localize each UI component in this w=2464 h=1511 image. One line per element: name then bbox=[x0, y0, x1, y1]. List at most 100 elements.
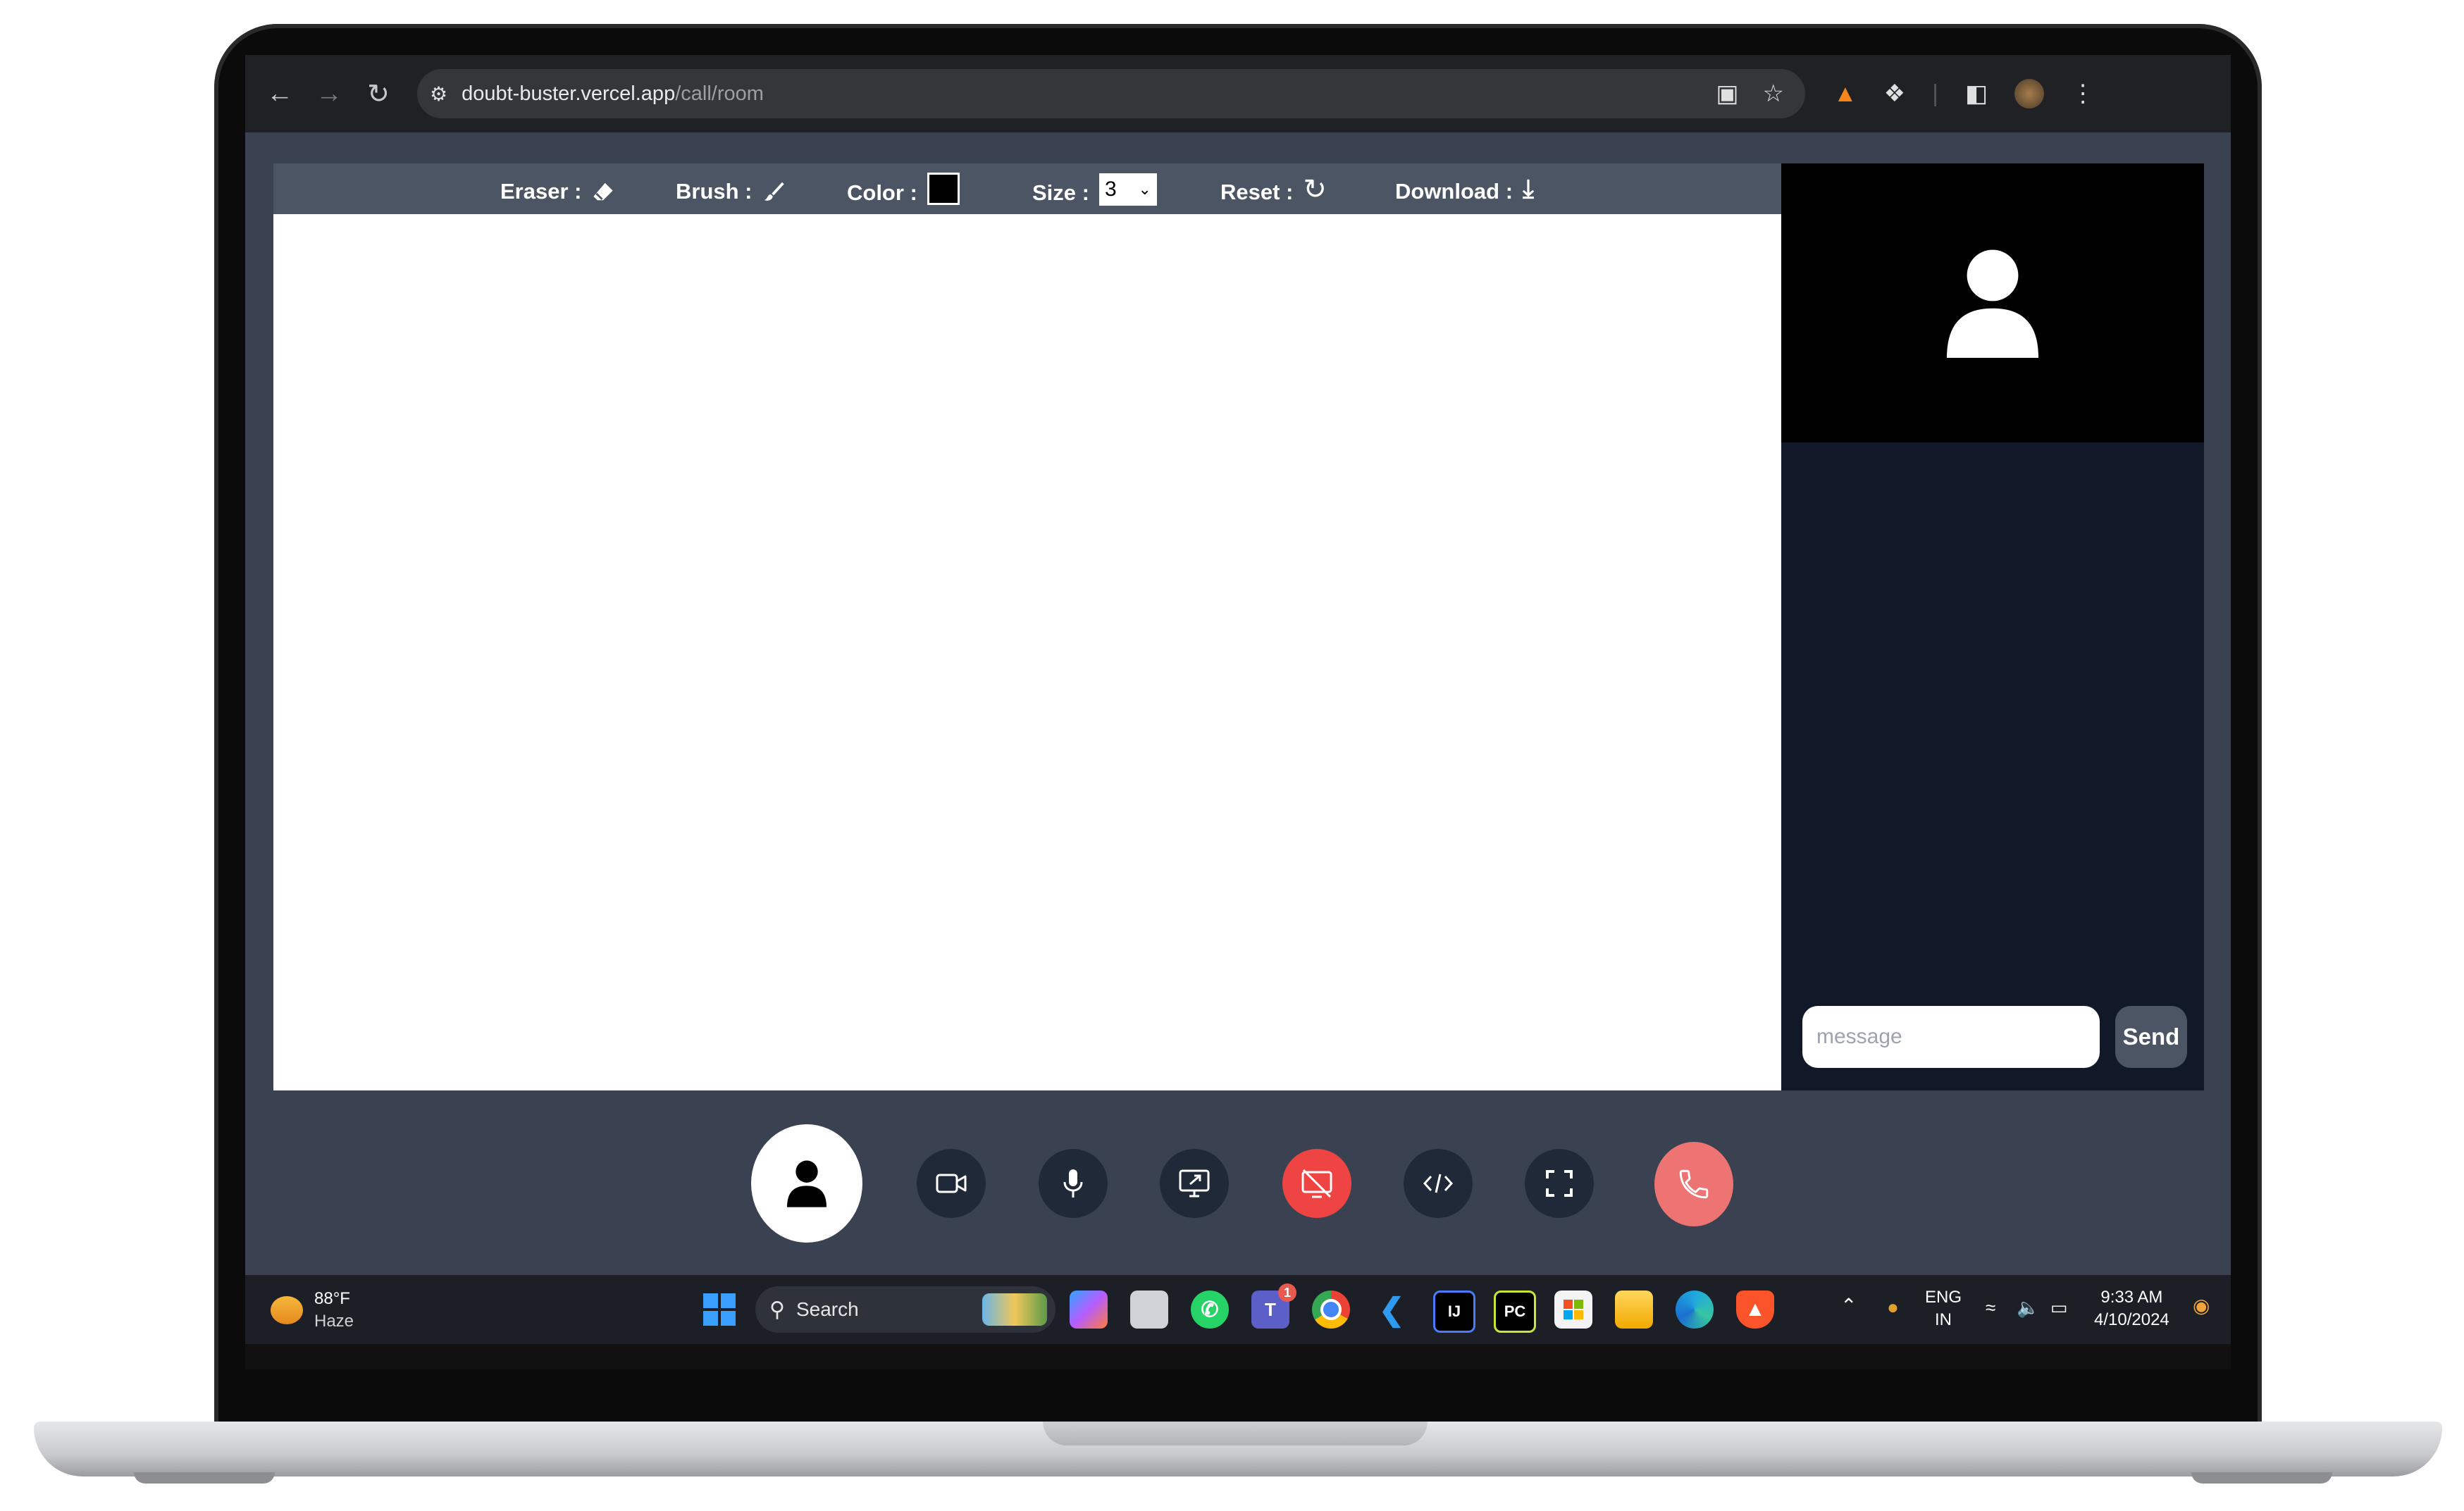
send-button[interactable]: Send bbox=[2115, 1006, 2187, 1068]
windows-start-icon[interactable] bbox=[700, 1291, 738, 1329]
vscode-icon[interactable]: ❮ bbox=[1373, 1291, 1411, 1329]
search-label: Search bbox=[795, 1298, 859, 1320]
weather-desc: Haze bbox=[314, 1312, 354, 1331]
size-select[interactable]: 3 ⌄ bbox=[1098, 173, 1157, 206]
side-panel-icon[interactable]: ◧ bbox=[1965, 80, 1988, 108]
size-tool[interactable]: Size : 3 ⌄ bbox=[1032, 173, 1157, 206]
stop-share-button[interactable] bbox=[1282, 1149, 1351, 1218]
weather-widget[interactable]: 88°F Haze bbox=[271, 1288, 354, 1333]
color-tool[interactable]: Color : bbox=[847, 172, 960, 206]
microphone-icon bbox=[1063, 1169, 1083, 1198]
share-screen-button[interactable] bbox=[1160, 1149, 1229, 1218]
lang-line2: IN bbox=[1935, 1310, 1952, 1329]
eraser-tool[interactable]: Eraser : bbox=[500, 179, 615, 204]
lang-line1: ENG bbox=[1925, 1288, 1962, 1307]
camera-button[interactable] bbox=[917, 1149, 986, 1218]
volume-icon[interactable]: 🔈 bbox=[2017, 1296, 2039, 1319]
notification-bell-icon[interactable]: ◉ bbox=[2193, 1295, 2210, 1317]
divider: | bbox=[1932, 80, 1938, 107]
participant-video-tile bbox=[1781, 163, 2204, 442]
whatsapp-icon[interactable]: ✆ bbox=[1191, 1291, 1229, 1329]
whiteboard-toolbar: Eraser : Brush : Color : Size : 3 ⌄ Rese… bbox=[273, 163, 1781, 214]
end-call-button[interactable] bbox=[1654, 1142, 1733, 1226]
clock-time: 9:33 AM bbox=[2100, 1288, 2163, 1307]
profile-avatar[interactable] bbox=[2014, 79, 2045, 108]
extensions-icon[interactable]: ❖ bbox=[1884, 80, 1905, 108]
brave-icon[interactable]: ▲ bbox=[1736, 1291, 1774, 1329]
brush-icon bbox=[764, 182, 784, 201]
microsoft-store-icon[interactable] bbox=[1554, 1291, 1592, 1329]
menu-kebab-icon[interactable]: ⋮ bbox=[2071, 80, 2095, 108]
laptop-bezel bbox=[245, 1344, 2231, 1369]
copilot-icon[interactable] bbox=[1070, 1291, 1108, 1329]
message-placeholder: message bbox=[1816, 1025, 1902, 1048]
laptop-foot bbox=[134, 1472, 275, 1484]
url-host: doubt-buster.vercel.app bbox=[462, 82, 676, 105]
video-camera-icon bbox=[936, 1174, 967, 1193]
pycharm-icon[interactable]: PC bbox=[1494, 1291, 1536, 1333]
call-room: Eraser : Brush : Color : Size : 3 ⌄ Rese… bbox=[273, 163, 2204, 1090]
download-icon: ⤓ bbox=[1523, 173, 1534, 203]
eraser-label: Eraser : bbox=[500, 179, 582, 204]
brush-tool[interactable]: Brush : bbox=[676, 179, 785, 204]
whiteboard-canvas[interactable] bbox=[273, 163, 1781, 1090]
taskbar-search[interactable]: ⚲ Search bbox=[755, 1286, 1055, 1333]
mic-in-use-icon[interactable]: ● bbox=[1887, 1296, 1899, 1319]
metamask-extension-icon[interactable]: ▲ bbox=[1833, 80, 1857, 108]
chrome-icon[interactable] bbox=[1312, 1291, 1350, 1329]
chevron-down-icon: ⌄ bbox=[1138, 180, 1151, 198]
task-view-icon[interactable] bbox=[1130, 1291, 1168, 1329]
color-swatch[interactable] bbox=[927, 173, 960, 205]
clock[interactable]: 9:33 AM 4/10/2024 bbox=[2094, 1286, 2169, 1331]
code-editor-button[interactable] bbox=[1404, 1149, 1473, 1218]
camera-in-use-icon[interactable]: ▣ bbox=[1716, 80, 1738, 108]
message-input[interactable]: message bbox=[1802, 1006, 2100, 1068]
teams-badge: 1 bbox=[1278, 1283, 1296, 1302]
clock-date: 4/10/2024 bbox=[2094, 1310, 2169, 1329]
teams-icon[interactable]: T 1 bbox=[1251, 1283, 1296, 1329]
edge-icon[interactable] bbox=[1676, 1291, 1714, 1329]
windows-taskbar: 88°F Haze ⚲ Search ✆ T 1 ❮ IJ PC ▲ ⌃ ● E… bbox=[245, 1275, 2231, 1344]
participants-button[interactable] bbox=[751, 1124, 862, 1243]
phone-hangup-icon bbox=[1679, 1169, 1709, 1199]
screen-off-icon bbox=[1301, 1169, 1332, 1198]
user-avatar-icon bbox=[1947, 249, 2038, 358]
screen: ← → ↻ ⚙ doubt-buster.vercel.app/call/roo… bbox=[245, 55, 2231, 1344]
screen-share-icon bbox=[1179, 1169, 1210, 1198]
fullscreen-icon bbox=[1546, 1170, 1573, 1197]
battery-icon[interactable]: ▭ bbox=[2050, 1296, 2068, 1319]
laptop-notch bbox=[1043, 1422, 1428, 1445]
forward-icon[interactable]: → bbox=[304, 69, 354, 118]
weather-temp: 88°F bbox=[314, 1289, 350, 1308]
reload-icon[interactable]: ↻ bbox=[354, 69, 403, 118]
file-explorer-icon[interactable] bbox=[1615, 1291, 1653, 1329]
download-tool[interactable]: Download : ⤓ bbox=[1395, 173, 1534, 204]
download-label: Download : bbox=[1395, 179, 1513, 204]
search-highlight-image bbox=[982, 1293, 1047, 1326]
reset-icon: ↻ bbox=[1303, 174, 1327, 205]
weather-haze-icon bbox=[271, 1296, 303, 1324]
url-path: /call/room bbox=[675, 82, 764, 105]
brush-label: Brush : bbox=[676, 179, 753, 204]
browser-toolbar: ← → ↻ ⚙ doubt-buster.vercel.app/call/roo… bbox=[245, 55, 2231, 132]
bookmark-star-icon[interactable]: ☆ bbox=[1763, 80, 1784, 108]
mic-button[interactable] bbox=[1039, 1149, 1108, 1218]
chat-sidebar: message Send bbox=[1781, 163, 2204, 1090]
intellij-icon[interactable]: IJ bbox=[1433, 1291, 1475, 1333]
address-bar[interactable]: ⚙ doubt-buster.vercel.app/call/room ▣ ☆ bbox=[417, 69, 1805, 118]
search-icon: ⚲ bbox=[769, 1298, 785, 1322]
site-settings-icon[interactable]: ⚙ bbox=[430, 82, 447, 106]
size-value: 3 bbox=[1104, 178, 1117, 201]
wifi-icon[interactable]: ≈ bbox=[1986, 1296, 1995, 1319]
color-label: Color : bbox=[847, 180, 917, 205]
user-icon bbox=[787, 1160, 827, 1207]
reset-tool[interactable]: Reset : ↻ bbox=[1220, 173, 1327, 206]
chevron-up-icon[interactable]: ⌃ bbox=[1840, 1295, 1857, 1317]
code-icon bbox=[1423, 1174, 1454, 1193]
size-label: Size : bbox=[1032, 180, 1089, 205]
reset-label: Reset : bbox=[1220, 180, 1294, 204]
fullscreen-button[interactable] bbox=[1525, 1149, 1594, 1218]
language-indicator[interactable]: ENG IN bbox=[1925, 1286, 1962, 1331]
eraser-icon bbox=[593, 182, 614, 201]
back-icon[interactable]: ← bbox=[255, 69, 304, 118]
